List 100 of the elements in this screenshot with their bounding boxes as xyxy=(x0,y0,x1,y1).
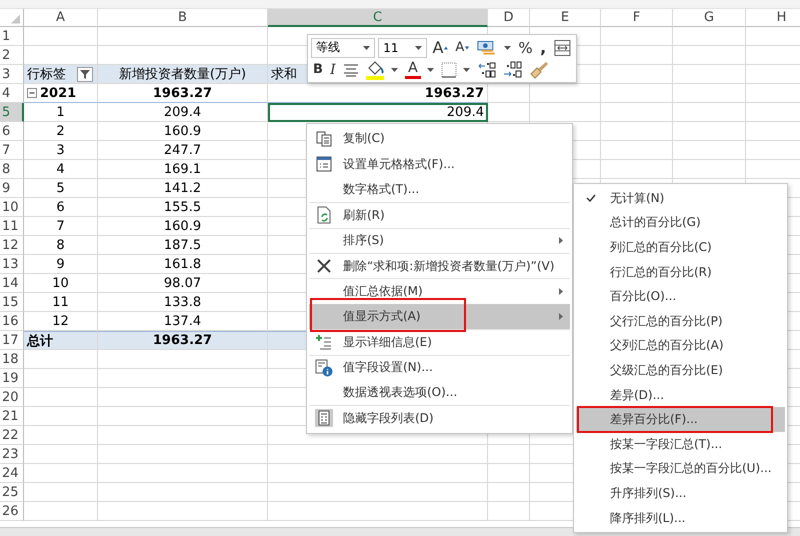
row-header[interactable]: 5 xyxy=(0,103,24,122)
table-cell[interactable] xyxy=(673,84,746,103)
table-cell[interactable] xyxy=(673,122,746,141)
column-header[interactable]: F xyxy=(601,9,673,27)
column-header[interactable]: D xyxy=(488,9,530,27)
font-color-button[interactable]: A xyxy=(402,60,423,80)
table-cell[interactable] xyxy=(268,445,488,464)
menu-item[interactable]: 升序排列(S)... xyxy=(576,481,785,506)
table-cell[interactable]: 155.5 xyxy=(98,198,268,217)
row-header[interactable]: 2 xyxy=(0,46,24,65)
table-cell[interactable]: 1963.27 xyxy=(98,84,268,103)
font-size-field[interactable]: 11 xyxy=(378,38,428,58)
menu-item[interactable]: 行汇总的百分比(R) xyxy=(576,260,785,284)
table-cell[interactable] xyxy=(98,426,268,445)
table-cell[interactable] xyxy=(673,160,746,179)
borders-button[interactable] xyxy=(438,60,459,80)
table-cell[interactable] xyxy=(24,464,98,483)
table-cell[interactable] xyxy=(98,407,268,426)
row-header[interactable]: 25 xyxy=(0,483,24,502)
table-cell[interactable] xyxy=(268,502,488,521)
column-header[interactable]: A xyxy=(24,9,98,27)
row-header[interactable]: 26 xyxy=(0,502,24,521)
table-cell[interactable] xyxy=(601,141,673,160)
table-cell[interactable] xyxy=(24,388,98,407)
select-all-button[interactable] xyxy=(0,9,24,27)
table-cell[interactable]: 133.8 xyxy=(98,293,268,312)
menu-item[interactable]: 百分比(O)... xyxy=(576,284,785,309)
table-cell[interactable] xyxy=(98,27,268,46)
row-header[interactable]: 1 xyxy=(0,27,24,46)
row-header[interactable]: 4 xyxy=(0,84,24,103)
percent-button[interactable]: % xyxy=(516,38,534,58)
menu-item[interactable]: 按某一字段汇总(T)... xyxy=(576,432,785,457)
table-cell[interactable] xyxy=(530,84,601,103)
table-cell[interactable]: 新增投资者数量(万户) xyxy=(98,65,268,84)
row-header[interactable]: 6 xyxy=(0,122,24,141)
menu-item[interactable]: 按某一字段汇总的百分比(U)... xyxy=(576,456,785,482)
row-header[interactable]: 17 xyxy=(0,331,24,350)
row-header[interactable]: 11 xyxy=(0,217,24,236)
row-header[interactable]: 3 xyxy=(0,65,24,84)
row-header[interactable]: 16 xyxy=(0,312,24,331)
menu-item[interactable]: 列汇总的百分比(C) xyxy=(576,235,785,260)
menu-item[interactable]: 排序(S) xyxy=(309,228,570,253)
menu-item[interactable]: 设置单元格格式(F)... xyxy=(309,151,570,177)
table-cell[interactable] xyxy=(24,350,98,369)
table-cell[interactable]: 1963.27 xyxy=(98,331,268,350)
table-cell[interactable]: 187.5 xyxy=(98,236,268,255)
menu-item[interactable]: 父列汇总的百分比(A) xyxy=(576,334,785,358)
menu-item[interactable]: 刷新(R) xyxy=(309,202,570,228)
column-header[interactable]: H xyxy=(746,9,800,27)
table-cell[interactable]: 98.07 xyxy=(98,274,268,293)
bold-button[interactable]: B xyxy=(311,60,325,80)
table-cell[interactable]: 1963.27 xyxy=(268,84,488,103)
table-cell[interactable] xyxy=(24,502,98,521)
table-cell[interactable] xyxy=(98,388,268,407)
comma-style-button[interactable]: , xyxy=(537,38,550,58)
table-cell[interactable]: 160.9 xyxy=(98,217,268,236)
table-cell[interactable]: 169.1 xyxy=(98,160,268,179)
table-cell[interactable]: 2 xyxy=(24,122,98,141)
menu-item[interactable]: 父级汇总的百分比(E) xyxy=(576,358,785,383)
row-header[interactable]: 20 xyxy=(0,388,24,407)
row-header[interactable]: 24 xyxy=(0,464,24,483)
table-cell[interactable] xyxy=(98,502,268,521)
table-cell[interactable]: 4 xyxy=(24,160,98,179)
row-header[interactable]: 8 xyxy=(0,160,24,179)
table-cell[interactable]: 7 xyxy=(24,217,98,236)
column-header[interactable]: C xyxy=(268,9,488,27)
table-cell[interactable] xyxy=(673,65,746,84)
row-header[interactable]: 21 xyxy=(0,407,24,426)
table-cell[interactable] xyxy=(673,27,746,46)
table-cell[interactable]: 9 xyxy=(24,255,98,274)
column-header[interactable]: B xyxy=(98,9,268,27)
menu-item[interactable]: 值显示方式(A) xyxy=(309,304,570,330)
menu-item[interactable]: 无计算(N) xyxy=(576,186,785,211)
menu-item[interactable]: 复制(C) xyxy=(309,126,570,152)
table-cell[interactable] xyxy=(673,141,746,160)
filter-button[interactable] xyxy=(77,66,93,82)
table-cell[interactable] xyxy=(673,103,746,122)
table-cell[interactable] xyxy=(488,84,530,103)
table-cell[interactable] xyxy=(488,103,530,122)
table-cell[interactable] xyxy=(24,445,98,464)
table-cell[interactable]: 6 xyxy=(24,198,98,217)
row-header[interactable]: 7 xyxy=(0,141,24,160)
table-cell[interactable] xyxy=(98,445,268,464)
table-cell[interactable] xyxy=(268,464,488,483)
row-header[interactable]: 22 xyxy=(0,426,24,445)
menu-item[interactable]: 数字格式(T)... xyxy=(309,176,570,202)
row-header[interactable]: 10 xyxy=(0,198,24,217)
row-header[interactable]: 12 xyxy=(0,236,24,255)
row-header[interactable]: 23 xyxy=(0,445,24,464)
grow-font-button[interactable]: A xyxy=(430,38,450,58)
menu-item[interactable]: 降序排列(L)... xyxy=(576,506,785,530)
table-cell[interactable] xyxy=(24,27,98,46)
menu-item[interactable]: 父行汇总的百分比(P) xyxy=(576,308,785,334)
table-cell[interactable] xyxy=(530,103,601,122)
table-cell[interactable] xyxy=(488,483,530,502)
table-cell[interactable] xyxy=(601,65,673,84)
table-cell[interactable]: 8 xyxy=(24,236,98,255)
table-cell[interactable]: 141.2 xyxy=(98,179,268,198)
table-cell[interactable] xyxy=(601,27,673,46)
table-cell[interactable] xyxy=(98,369,268,388)
